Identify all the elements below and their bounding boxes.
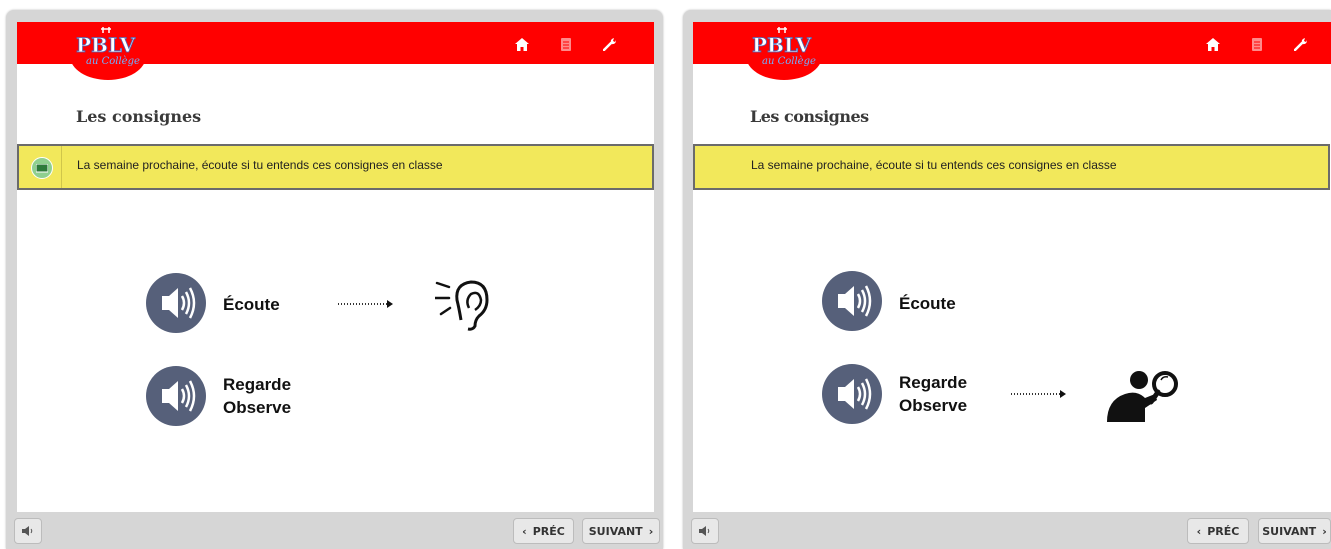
- instruction-banner: La semaine prochaine, écoute si tu enten…: [17, 144, 654, 190]
- dotted-arrow-line: [1011, 393, 1061, 395]
- svg-text:au Collège: au Collège: [86, 56, 140, 67]
- arrowhead: [1060, 390, 1066, 398]
- label-regarde: Regarde: [223, 375, 292, 394]
- banner-text: La semaine prochaine, écoute si tu enten…: [77, 158, 443, 172]
- wrench-icon[interactable]: [588, 35, 632, 53]
- next-button[interactable]: SUIVANT ›: [582, 518, 660, 544]
- header-icons: [500, 35, 632, 53]
- speaker-icon[interactable]: [821, 270, 883, 332]
- prev-button[interactable]: ‹ PRÉC: [1187, 518, 1249, 544]
- home-icon[interactable]: [500, 35, 544, 53]
- label-regarde: Regarde: [899, 373, 968, 392]
- sound-button[interactable]: [14, 518, 42, 544]
- slide-content: PBLV au Collège Les consignes La semaine…: [693, 22, 1331, 512]
- label-ecoute: Écoute: [899, 294, 956, 313]
- page-title: Les consignes: [750, 107, 869, 126]
- header-icons: [1191, 35, 1323, 53]
- instruction-banner: La semaine prochaine, écoute si tu enten…: [693, 144, 1330, 190]
- volume-icon: [22, 526, 33, 536]
- svg-text:PBLV: PBLV: [76, 33, 136, 57]
- logo: PBLV au Collège: [70, 27, 146, 80]
- arrowhead: [387, 300, 393, 308]
- chalkboard-icon: [31, 157, 53, 179]
- banner-text: La semaine prochaine, écoute si tu enten…: [751, 158, 1117, 172]
- slide-panel-left: PBLV au Collège Les consignes La semaine…: [6, 10, 663, 549]
- slide-content: PBLV au Collège Les consignes La semaine…: [17, 22, 654, 512]
- volume-icon: [699, 526, 710, 536]
- speaker-icon[interactable]: [821, 363, 883, 425]
- magnifying-glass-observer-icon: [1107, 371, 1178, 422]
- label-regarde-observe: Regarde Observe: [899, 371, 967, 417]
- ear-listening-icon: [435, 280, 489, 331]
- home-icon[interactable]: [1191, 35, 1235, 53]
- svg-text:au Collège: au Collège: [762, 56, 816, 67]
- slide-panel-right: PBLV au Collège Les consignes La semaine…: [683, 10, 1331, 549]
- document-icon[interactable]: [544, 35, 588, 53]
- chevron-right-icon: ›: [648, 524, 654, 538]
- label-ecoute: Écoute: [223, 295, 280, 314]
- prev-button[interactable]: ‹ PRÉC: [513, 518, 574, 544]
- chevron-right-icon: ›: [1322, 524, 1327, 538]
- banner-icon-area: [19, 146, 62, 188]
- chevron-left-icon: ‹: [522, 524, 527, 538]
- wrench-icon[interactable]: [1279, 35, 1323, 53]
- document-icon[interactable]: [1235, 35, 1279, 53]
- speaker-icon[interactable]: [145, 365, 207, 427]
- dotted-arrow-line: [338, 303, 388, 305]
- speaker-icon[interactable]: [145, 272, 207, 334]
- label-observe: Observe: [899, 396, 968, 415]
- svg-text:PBLV: PBLV: [752, 33, 812, 57]
- page-title: Les consignes: [76, 107, 202, 126]
- label-observe: Observe: [223, 398, 292, 417]
- chevron-left-icon: ‹: [1196, 524, 1202, 538]
- sound-button[interactable]: [691, 518, 719, 544]
- label-regarde-observe: Regarde Observe: [223, 373, 291, 419]
- next-button[interactable]: SUIVANT ›: [1258, 518, 1331, 544]
- logo: PBLV au Collège: [746, 27, 822, 80]
